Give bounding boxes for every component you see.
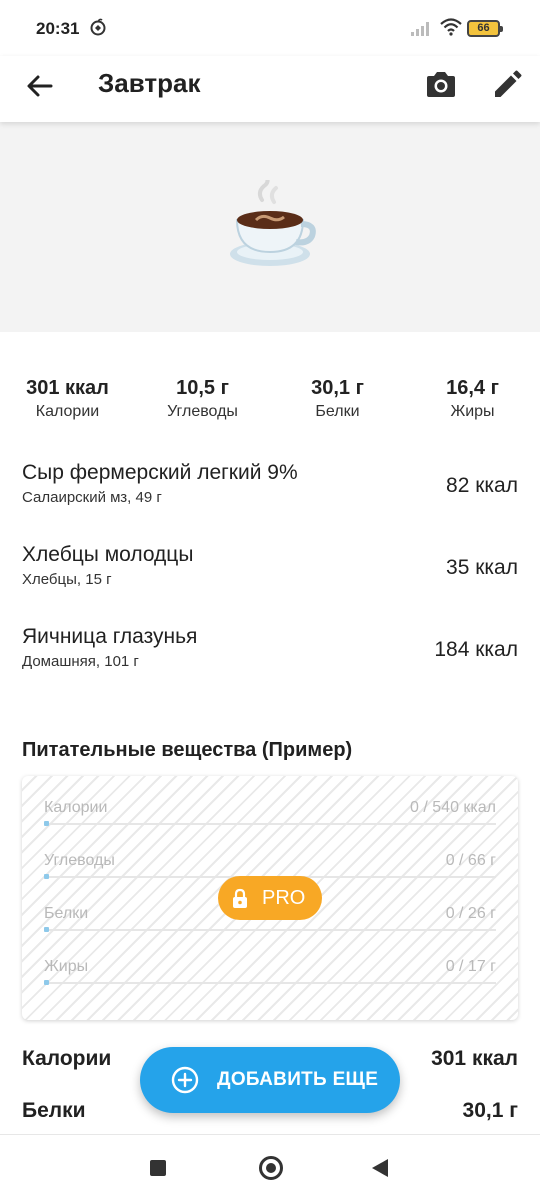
recents-icon[interactable]: [150, 1160, 166, 1176]
lock-icon: [233, 888, 247, 908]
edit-pencil-icon[interactable]: [490, 68, 524, 102]
app-notification-icon: [90, 18, 106, 36]
nutrient-label: Углеводы: [44, 852, 115, 869]
total-label: Калории: [22, 1047, 112, 1070]
macro-value: 30,1 г: [311, 377, 364, 399]
nutrient-label: Жиры: [44, 958, 89, 975]
nutrient-value: 0 / 66 г: [445, 852, 496, 869]
total-value: 301 ккал: [431, 1047, 518, 1070]
app-bar: Завтрак: [0, 56, 540, 122]
food-detail: Хлебцы, 15 г: [22, 571, 112, 588]
nutrient-progress-track: [44, 929, 496, 931]
page-title: Завтрак: [98, 68, 201, 98]
macro-value: 301 ккал: [26, 377, 109, 399]
macro-value: 10,5 г: [176, 377, 229, 399]
macro-summary: 301 ккал Калории 10,5 г Углеводы 30,1 г …: [0, 375, 540, 425]
macro-calories: 301 ккал Калории: [0, 375, 135, 423]
battery-icon: 66: [467, 20, 503, 37]
macro-label: Жиры: [450, 403, 495, 420]
add-more-label: ДОБАВИТЬ ЕЩЕ: [217, 1069, 379, 1090]
macro-fat: 16,4 г Жиры: [405, 375, 540, 423]
home-icon[interactable]: [259, 1156, 283, 1180]
meal-image-area: [0, 122, 540, 332]
nutrient-value: 0 / 26 г: [445, 905, 496, 922]
nutrient-value: 0 / 17 г: [445, 958, 496, 975]
system-nav-bar: [0, 1135, 540, 1200]
nutrients-title: Питательные вещества (Пример): [22, 739, 353, 761]
nutrient-progress-fill: [44, 980, 49, 985]
signal-icon: [411, 22, 429, 36]
total-value: 30,1 г: [462, 1099, 518, 1122]
food-kcal: 35 ккал: [446, 556, 518, 579]
nutrient-progress-track: [44, 982, 496, 984]
camera-icon[interactable]: [424, 68, 458, 102]
status-time: 20:31: [36, 19, 80, 38]
status-bar: 20:31 66: [0, 0, 540, 56]
macro-value: 16,4 г: [446, 377, 499, 399]
food-item[interactable]: Яичница глазунья Домашняя, 101 г 184 кка…: [0, 623, 540, 693]
food-kcal: 184 ккал: [434, 638, 518, 661]
nutrient-progress-fill: [44, 927, 49, 932]
back-arrow-icon[interactable]: [24, 71, 54, 101]
nutrient-row-fat: Жиры 0 / 17 г: [44, 957, 496, 987]
nutrients-card: Калории 0 / 540 ккал Углеводы 0 / 66 г Б…: [22, 776, 518, 1020]
nutrient-progress-fill: [44, 821, 49, 826]
nutrient-value: 0 / 540 ккал: [410, 799, 496, 816]
nutrient-progress-fill: [44, 874, 49, 879]
food-detail: Салаирский мз, 49 г: [22, 489, 162, 506]
back-triangle-icon[interactable]: [372, 1159, 388, 1177]
food-kcal: 82 ккал: [446, 474, 518, 497]
pro-label: PRO: [262, 887, 306, 909]
macro-label: Калории: [35, 403, 100, 420]
food-detail: Домашняя, 101 г: [22, 653, 139, 670]
add-circle-icon: [171, 1066, 199, 1094]
nutrient-label: Белки: [44, 905, 89, 922]
food-item[interactable]: Хлебцы молодцы Хлебцы, 15 г 35 ккал: [0, 541, 540, 611]
coffee-cup-icon: [230, 180, 316, 266]
nutrient-progress-track: [44, 823, 496, 825]
macro-protein: 30,1 г Белки: [270, 375, 405, 423]
food-name: Сыр фермерский легкий 9%: [22, 461, 298, 484]
wifi-icon: [440, 18, 462, 36]
add-more-button[interactable]: ДОБАВИТЬ ЕЩЕ: [140, 1047, 400, 1113]
macro-label: Углеводы: [167, 403, 238, 420]
nutrient-row-calories: Калории 0 / 540 ккал: [44, 798, 496, 828]
macro-carbs: 10,5 г Углеводы: [135, 375, 270, 423]
total-label: Белки: [22, 1099, 86, 1122]
nutrient-label: Калории: [44, 799, 108, 816]
food-name: Хлебцы молодцы: [22, 543, 194, 566]
food-item[interactable]: Сыр фермерский легкий 9% Салаирский мз, …: [0, 459, 540, 529]
macro-label: Белки: [315, 403, 360, 420]
pro-upgrade-button[interactable]: PRO: [218, 876, 322, 920]
food-name: Яичница глазунья: [22, 625, 198, 648]
